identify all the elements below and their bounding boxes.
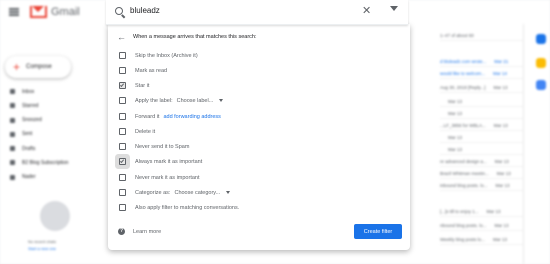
list-item[interactable]: inbound blog posts. lo... Mar 13 xyxy=(440,180,524,191)
sidebar-item-starred[interactable]: Starred xyxy=(10,100,68,111)
option-delete[interactable]: Delete it xyxy=(119,126,155,137)
list-item[interactable]: Mar 13 xyxy=(440,132,524,143)
close-icon[interactable]: ✕ xyxy=(362,4,371,17)
checkbox-checked[interactable] xyxy=(119,158,126,165)
checkbox[interactable] xyxy=(119,204,126,211)
compose-button[interactable]: + Compose xyxy=(5,56,71,78)
keep-icon[interactable] xyxy=(536,58,546,68)
add-forwarding-link[interactable]: add forwarding address xyxy=(163,114,220,120)
list-item[interactable]: Brazil Whitman meetin... Mar 13 xyxy=(440,168,524,179)
checkbox[interactable] xyxy=(119,128,126,135)
no-chats-text: No recent chats xyxy=(28,239,57,244)
list-item[interactable]: nbound blog posts. lo... Mar 13 xyxy=(440,220,524,231)
sidebar-item-snoozed[interactable]: Snoozed xyxy=(10,115,68,126)
menu-icon[interactable] xyxy=(9,8,19,16)
learn-more-link[interactable]: Learn more xyxy=(133,229,161,235)
option-apply-label[interactable]: Apply the label: Choose label... xyxy=(119,95,224,106)
sidebar-item-b2-blog[interactable]: B2 Blog Subscription xyxy=(10,157,68,168)
gmail-m-icon xyxy=(30,6,47,18)
checkbox[interactable] xyxy=(119,174,126,181)
checkbox-checked[interactable] xyxy=(119,82,126,89)
dropdown-arrow-icon xyxy=(226,191,231,194)
list-item[interactable]: Weekly blog posts lo... Mar 13 xyxy=(440,234,524,245)
sidebar-item-nader[interactable]: Nader xyxy=(10,172,68,183)
list-item[interactable]: ...LF_3856 for WBLA... Mar 13 xyxy=(440,120,524,131)
label-icon xyxy=(10,160,15,166)
category-select[interactable]: Choose category... xyxy=(174,190,231,196)
filter-panel: ← When a message arrives that matches th… xyxy=(108,24,410,250)
create-filter-button[interactable]: Create filter xyxy=(354,224,402,239)
dropdown-arrow-icon xyxy=(219,99,224,102)
star-icon xyxy=(10,103,15,109)
search-input[interactable]: bluleadz xyxy=(130,6,160,15)
checkbox[interactable] xyxy=(119,67,126,74)
compose-label: Compose xyxy=(26,64,52,70)
sidebar-item-inbox[interactable]: Inbox xyxy=(10,86,68,97)
caret-down-icon[interactable] xyxy=(390,6,398,11)
draft-icon xyxy=(10,146,15,152)
send-icon xyxy=(10,131,15,137)
search-icon[interactable] xyxy=(115,7,123,15)
list-item[interactable]: d bluleadz.com wrote... Mar 21 xyxy=(440,56,524,67)
filter-header: When a message arrives that matches this… xyxy=(133,34,257,40)
label-select[interactable]: Choose label... xyxy=(177,98,224,104)
list-item[interactable]: 1–47 of about 60 xyxy=(440,30,524,41)
option-always-important[interactable]: Always mark it as important xyxy=(119,156,202,167)
option-mark-read[interactable]: Mark as read xyxy=(119,65,167,76)
tasks-icon[interactable] xyxy=(536,80,546,90)
gmail-logo[interactable]: Gmail xyxy=(30,6,80,18)
option-skip-inbox[interactable]: Skip the Inbox (Archive it) xyxy=(119,50,198,61)
option-apply-existing[interactable]: Also apply filter to matching conversati… xyxy=(119,202,239,213)
list-item[interactable]: [...]s till to enjoy 1... Mar 13 xyxy=(440,206,524,217)
list-item[interactable]: would like to welcom... Mar 14 xyxy=(440,68,524,79)
list-item[interactable]: Mar 13 xyxy=(440,96,524,107)
search-bar[interactable]: bluleadz ✕ xyxy=(106,0,408,25)
help-icon[interactable]: ? xyxy=(118,228,125,235)
inbox-icon xyxy=(10,89,15,94)
list-item[interactable]: Mar 13 xyxy=(440,144,524,155)
sidebar-item-sent[interactable]: Sent xyxy=(10,129,68,140)
clock-icon xyxy=(10,117,15,123)
checkbox[interactable] xyxy=(119,97,126,104)
option-star[interactable]: Star it xyxy=(119,80,149,91)
checkbox[interactable] xyxy=(119,189,126,196)
sidebar-item-drafts[interactable]: Drafts xyxy=(10,143,68,154)
back-arrow-icon[interactable]: ← xyxy=(117,32,126,42)
checkbox[interactable] xyxy=(119,143,126,150)
option-never-spam[interactable]: Never send it to Spam xyxy=(119,141,189,152)
nav-list: Inbox Starred Snoozed Sent Drafts B2 Blo… xyxy=(10,86,68,186)
plus-icon: + xyxy=(13,60,21,74)
option-never-important[interactable]: Never mark it as important xyxy=(119,172,200,183)
sidebar: + Compose Inbox Starred Snoozed Sent Dra… xyxy=(0,24,108,264)
list-item[interactable]: Mar 13 xyxy=(440,108,524,119)
option-forward[interactable]: Forward it add forwarding address xyxy=(119,111,221,122)
start-chat-link[interactable]: Start a new one xyxy=(28,246,56,251)
app-name: Gmail xyxy=(51,6,80,18)
avatar xyxy=(10,174,15,180)
checkbox[interactable] xyxy=(119,113,126,120)
option-categorize[interactable]: Categorize as: Choose category... xyxy=(119,187,231,198)
hangouts-avatar xyxy=(40,201,70,231)
calendar-icon[interactable] xyxy=(536,34,546,44)
list-item[interactable]: Aug 30, 2019 [Reply...] Mar 13 xyxy=(440,82,524,93)
checkbox[interactable] xyxy=(119,52,126,59)
list-item[interactable]: nr advanced design a... Mar 13 xyxy=(440,156,524,167)
